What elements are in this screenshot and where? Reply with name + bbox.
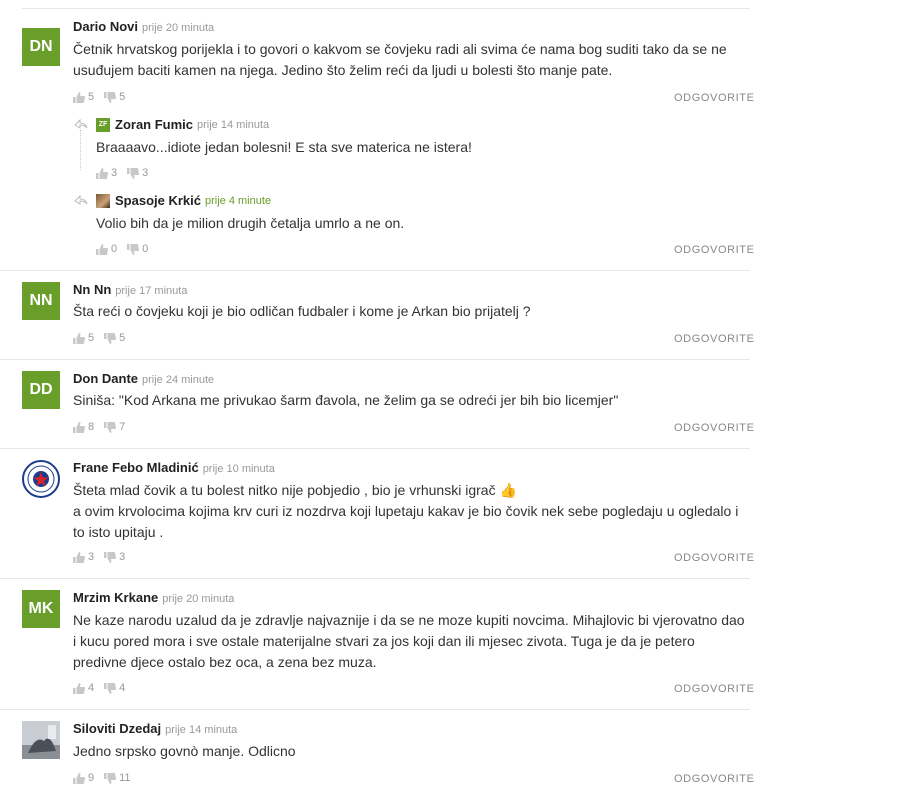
reply-arrow-icon [74,194,88,205]
thumbs-down-icon [104,551,117,563]
reply-arrow-icon [74,118,88,129]
reply-button[interactable]: ODGOVORITE [674,773,755,785]
vote-bar: 3 3 [96,167,148,179]
like-button[interactable]: 8 [73,421,94,433]
thumbs-down-icon [127,243,140,255]
thumbs-up-icon [73,682,85,694]
reply-button[interactable]: ODGOVORITE [674,422,755,434]
dislike-button[interactable]: 5 [104,332,125,344]
dislike-button[interactable]: 3 [104,551,125,563]
reply-button[interactable]: ODGOVORITE [674,92,755,104]
comment-text: Šta reći o čovjeku koji je bio odličan f… [73,303,531,319]
thumbs-up-icon [73,91,85,103]
like-button[interactable]: 3 [96,167,117,179]
comment: DD Don Dante prije 24 minute Siniša: "Kod… [0,360,754,449]
thumbs-down-icon [104,682,117,694]
reply-author[interactable]: ZF Zoran Fumic prije 14 minuta [96,117,269,132]
vote-bar: 8 7 [73,421,135,433]
vote-bar: 0 0 [96,243,148,255]
like-button[interactable]: 9 [73,772,94,784]
thumbs-up-icon [96,167,108,179]
vote-bar: 3 3 [73,551,135,563]
thumbs-up-icon [73,772,85,784]
photo-avatar[interactable] [22,721,60,759]
avatar[interactable]: DN [22,28,60,66]
comment-author[interactable]: Mrzim Krkane prije 20 minuta [73,590,234,605]
reply-time: prije 14 minuta [197,118,270,131]
comment: Siloviti Dzedaj prije 14 minuta Jedno srp… [0,710,900,800]
comment-author[interactable]: Don Dante prije 24 minute [73,371,214,386]
dislike-button[interactable]: 4 [104,682,125,694]
vote-bar: 4 4 [73,682,135,694]
dislike-button[interactable]: 7 [104,421,125,433]
thumbs-down-icon [104,332,117,344]
vote-bar: 9 11 [73,772,141,784]
reply-text: Volio bih da je milion drugih četalja um… [96,215,405,231]
photo-avatar [96,193,110,208]
comment: DN Dario Novi prije 20 minuta Četnik hrva… [0,10,754,271]
comment-author[interactable]: Frane Febo Mladinić prije 10 minuta [73,460,275,475]
comment-text: Siniša: "Kod Arkana me privukao šarm đav… [73,392,619,408]
thumbs-down-icon [104,91,117,103]
like-button[interactable]: 3 [73,551,94,563]
reply-time: prije 4 minute [205,194,272,207]
comment-author[interactable]: Siloviti Dzedaj prije 14 minuta [73,721,237,736]
reply-text: Braaaavo...idiote jedan bolesni! E sta s… [96,139,472,155]
dislike-button[interactable]: 0 [127,243,148,255]
like-button[interactable]: 5 [73,91,94,103]
comment-time: prije 20 minuta [162,593,235,605]
vote-bar: 5 5 [73,91,135,103]
comment-text: Šteta mlad čovik a tu bolest nitko nije … [73,482,739,540]
reply-author[interactable]: Spasoje Krkić prije 4 minute [96,193,271,208]
reply-button[interactable]: ODGOVORITE [674,244,755,256]
top-separator [22,8,750,9]
thumbs-up-icon [73,421,85,433]
thumbs-down-icon [104,772,117,784]
thumbs-down-icon [104,421,117,433]
comment-text: Ne kaze narodu uzalud da je zdravlje naj… [73,612,745,670]
comment-time: prije 24 minute [142,374,215,386]
like-button[interactable]: 5 [73,332,94,344]
thumbs-up-icon [96,243,108,255]
avatar[interactable]: MK [22,590,60,628]
comment-time: prije 14 minuta [165,724,238,736]
dislike-button[interactable]: 5 [104,91,125,103]
comment-author[interactable]: Nn Nn prije 17 minuta [73,282,187,297]
club-crest-icon[interactable] [22,460,60,498]
avatar[interactable]: DD [22,371,60,409]
thumbs-up-icon [73,551,85,563]
like-button[interactable]: 0 [96,243,117,255]
comment: NN Nn Nn prije 17 minuta Šta reći o čovje… [0,271,754,360]
thumbs-up-icon [73,332,85,344]
comment-text: Jedno srpsko govnò manje. Odlicno [73,743,296,759]
comment-time: prije 10 minuta [202,463,275,475]
comment-text: Četnik hrvatskog porijekla i to govori o… [73,41,727,78]
avatar[interactable]: NN [22,282,60,320]
reply-button[interactable]: ODGOVORITE [674,333,755,345]
comment-author[interactable]: Dario Novi prije 20 minuta [73,19,214,34]
thumbs-down-icon [127,167,140,179]
dislike-button[interactable]: 3 [127,167,148,179]
avatar: ZF [96,117,110,132]
vote-bar: 5 5 [73,332,135,344]
thread-line [80,130,81,170]
comment-time: prije 17 minuta [115,285,188,297]
reply-button[interactable]: ODGOVORITE [674,683,755,695]
comment-time: prije 20 minuta [142,22,215,34]
comment: MK Mrzim Krkane prije 20 minuta Ne kaze n… [0,579,754,710]
like-button[interactable]: 4 [73,682,94,694]
comment: Frane Febo Mladinić prije 10 minuta Šteta… [0,449,754,579]
reply-button[interactable]: ODGOVORITE [674,552,755,564]
dislike-button[interactable]: 11 [104,772,131,784]
